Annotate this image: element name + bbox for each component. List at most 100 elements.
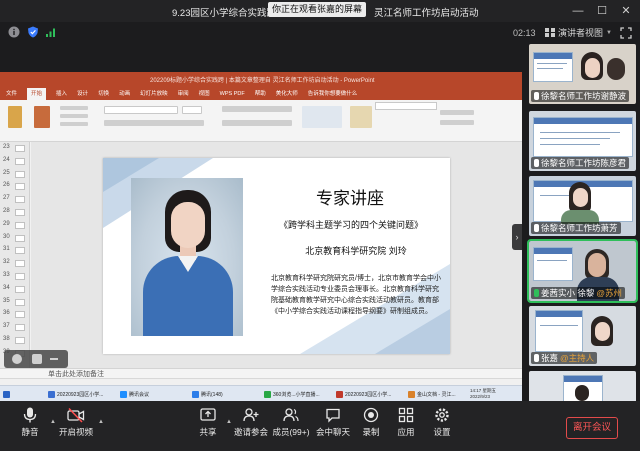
participant-tile[interactable]	[529, 371, 636, 403]
meeting-title: 9.23园区小学综合实践跨	[172, 8, 276, 19]
taskbar-item: 20220923园区小学...	[48, 389, 103, 399]
slide-thumbnail	[15, 196, 25, 204]
mic-icon	[534, 159, 539, 167]
meeting-title-right: 灵江名师工作坊启动活动	[374, 8, 479, 19]
slide-number: 24	[3, 156, 10, 163]
add-user-icon	[243, 408, 259, 422]
meeting-status-bar: 02:13 演讲者视图 ▼	[0, 22, 640, 44]
leave-meeting-button[interactable]: 离开会议	[566, 417, 618, 439]
system-date: 2022/9/23	[470, 394, 491, 399]
taskbar-item-label: 腾讯会议	[129, 391, 150, 398]
ribbon-tab: 告诉我你想要做什么	[307, 91, 358, 97]
new-slide-icon	[34, 106, 50, 128]
close-button[interactable]: ✕	[619, 4, 633, 18]
slide-thumbnail	[15, 247, 25, 255]
slide-number: 32	[3, 259, 10, 266]
mic-icon	[534, 354, 539, 362]
participant-tile[interactable]: 徐黎名师工作坊谢静波	[529, 44, 636, 104]
video-off-icon	[67, 407, 85, 423]
slide-number: 28	[3, 208, 10, 214]
slide-number: 31	[3, 246, 10, 253]
shared-document-thumbnail	[535, 310, 583, 352]
mic-icon	[534, 92, 539, 100]
ribbon-control	[60, 122, 88, 126]
participant-tile[interactable]: 徐黎名师工作坊陈彦君	[529, 111, 636, 171]
slide-thumbnail	[15, 183, 25, 191]
view-mode-button[interactable]: 演讲者视图 ▼	[545, 26, 612, 39]
participant-name: 徐黎名师工作坊谢静波	[531, 90, 630, 102]
security-shield-icon[interactable]	[27, 26, 39, 38]
microphone-icon	[23, 407, 37, 423]
shared-document-thumbnail	[533, 247, 573, 281]
ribbon-tab: 美化大师	[275, 91, 298, 97]
apps-icon	[398, 407, 414, 423]
slide-number: 26	[3, 182, 10, 189]
sharing-banner[interactable]: 你正在观看张嘉的屏幕	[268, 2, 367, 17]
slide-thumbnail	[15, 324, 25, 332]
ribbon-control	[60, 114, 88, 118]
slide-title: 专家讲座	[316, 189, 384, 208]
members-label: 成员(99+)	[272, 427, 310, 437]
participant-name: 张嘉 @主持人	[531, 352, 598, 364]
app-icon	[48, 390, 55, 398]
video-button[interactable]: 开启视频	[48, 407, 104, 438]
participant-tile[interactable]: 张嘉 @主持人	[529, 306, 636, 366]
windows-taskbar: 14:17 星期五 2022/9/23 20220923园区小学... 腾讯会议 腾…	[0, 385, 522, 401]
slide-number: 27	[3, 195, 10, 202]
reaction-overlay[interactable]	[4, 350, 68, 368]
participant-panel: 徐黎名师工作坊谢静波 徐黎名师工作坊陈彦君 徐黎名师工作坊萧芳 姜茜实小 徐黎 @…	[524, 44, 640, 403]
taskbar-item: 腾讯(148)	[192, 389, 223, 399]
shared-screen: 202209标题小学综合实践跨 | 本篇文章整理自 灵江名师工作坊启动活动 - …	[0, 72, 522, 401]
comment-icon[interactable]	[32, 354, 42, 364]
view-mode-label: 演讲者视图	[558, 28, 604, 38]
paste-icon	[8, 106, 22, 128]
slide-number: 30	[3, 233, 10, 240]
font-name-box	[104, 106, 178, 114]
window-titlebar: 9.23园区小学综合实践跨 你正在观看张嘉的屏幕 灵江名师工作坊启动活动 — ☐…	[0, 0, 640, 22]
settings-label: 设置	[433, 427, 451, 437]
system-clock: 14:17 星期五 2022/9/23	[470, 388, 496, 400]
app-icon	[192, 390, 199, 398]
slide-thumbnail	[15, 298, 25, 306]
editing-row	[440, 120, 474, 125]
record-label: 录制	[362, 427, 380, 437]
mic-icon	[534, 224, 539, 232]
video-label: 开启视频	[58, 427, 93, 437]
taskbar-item: 20220923园区小学...	[336, 389, 391, 399]
powerpoint-titlebar: 202209标题小学综合实践跨 | 本篇文章整理自 灵江名师工作坊启动活动 - …	[0, 72, 522, 88]
participant-tile-active-speaker[interactable]: 姜茜实小 徐黎 @苏州	[527, 239, 638, 303]
video-options-caret[interactable]: ▲	[98, 419, 104, 425]
notes-pane: 单击此处添加备注	[0, 368, 522, 378]
fullscreen-icon[interactable]	[620, 27, 632, 39]
minimize-button[interactable]: —	[571, 4, 585, 18]
powerpoint-ribbon-tabs: 文件 开始 插入 设计 切换 动画 幻灯片放映 审阅 视图 WPS PDF 帮助 美化大师 告诉我你想要…	[0, 88, 522, 100]
mute-label: 静音	[21, 427, 39, 437]
speaking-mic-icon	[534, 289, 539, 297]
slide-thumbnail	[15, 260, 25, 268]
slide-thumbnail	[15, 273, 25, 280]
share-screen-icon	[200, 408, 216, 421]
maximize-button[interactable]: ☐	[595, 4, 609, 18]
slide-subtitle: 《跨学科主题学习的四个关键问题》	[278, 220, 423, 230]
chat-icon	[326, 408, 340, 423]
powerpoint-ribbon	[0, 100, 522, 142]
signal-strength-icon[interactable]	[45, 26, 57, 38]
minimize-icon[interactable]	[50, 358, 58, 360]
font-size-box	[182, 106, 202, 114]
meeting-timer: 02:13	[513, 28, 536, 38]
reaction-icon[interactable]	[12, 354, 22, 364]
slide-thumbnails: 2324252627282930313233343536373839	[0, 142, 30, 368]
slide-thumbnail	[15, 145, 25, 152]
info-icon[interactable]	[8, 26, 20, 38]
taskbar-item-label: 20220923园区小学...	[57, 391, 104, 398]
participant-tile[interactable]: 徐黎名师工作坊萧芳	[529, 176, 636, 236]
ribbon-tab: 插入	[56, 91, 68, 97]
slide-thumbnail	[15, 170, 25, 178]
participant-role: @主持人	[560, 353, 595, 363]
collapse-panel-handle[interactable]: ›	[512, 224, 522, 250]
grid-view-icon	[545, 28, 555, 37]
slide-body-text: 北京教育科学研究院研究员/博士，北京市教育学会中小学综合实践活动专业委员会理事长…	[271, 275, 441, 315]
settings-button[interactable]: 设置	[414, 407, 470, 438]
drawing-shapes	[302, 106, 342, 128]
participant-name: 徐黎名师工作坊萧芳	[531, 222, 621, 234]
